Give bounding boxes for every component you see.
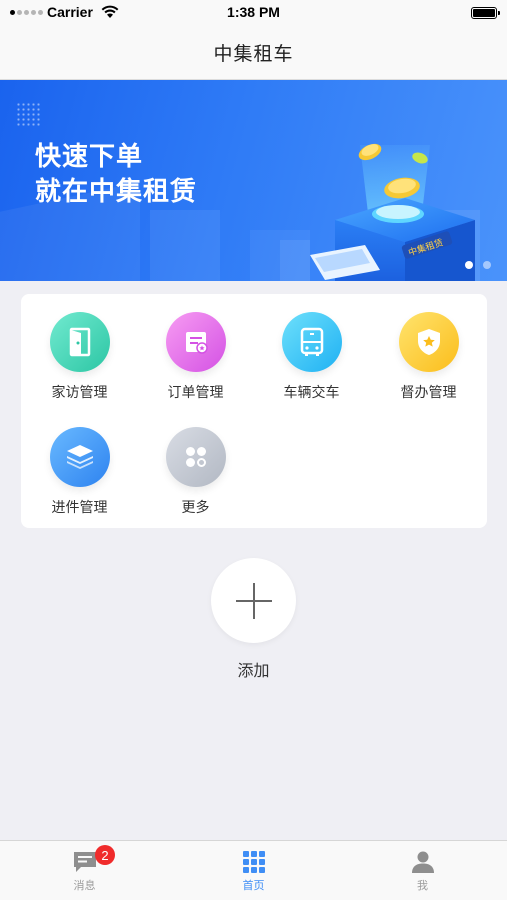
coin-machine-illustration: 中集租赁 <box>280 143 480 281</box>
tab-me[interactable]: 我 <box>338 841 507 900</box>
battery-icon <box>471 7 500 19</box>
promo-banner[interactable]: 快速下单 就在中集租赁 中集租赁 <box>0 80 507 281</box>
banner-headline: 快速下单 就在中集租赁 <box>35 140 197 210</box>
menu-item-more[interactable]: 更多 <box>137 409 254 519</box>
menu-label: 督办管理 <box>400 385 457 401</box>
menu-label: 车辆交车 <box>283 385 340 401</box>
tab-bar: 2 消息 首页 我 <box>0 840 507 900</box>
tab-home[interactable]: 首页 <box>169 841 338 900</box>
documents-icon[interactable] <box>49 427 110 487</box>
menu-label: 更多 <box>181 500 210 516</box>
tab-label: 我 <box>417 879 428 892</box>
navigation-bar: 中集租车 <box>0 26 507 80</box>
menu-label: 家访管理 <box>51 385 108 401</box>
menu-label: 进件管理 <box>51 500 108 516</box>
page-title: 中集租车 <box>213 43 294 65</box>
menu-label: 订单管理 <box>167 385 224 401</box>
pager-dot-active[interactable] <box>465 261 473 269</box>
tab-messages[interactable]: 2 消息 <box>0 841 169 900</box>
add-section: 添加 <box>0 558 507 681</box>
menu-item-supervision[interactable]: 督办管理 <box>370 294 487 404</box>
order-icon[interactable] <box>165 312 226 372</box>
plus-icon <box>235 582 272 619</box>
status-bar: Carrier 1:38 PM <box>0 0 507 26</box>
more-icon[interactable] <box>165 427 226 487</box>
door-icon[interactable] <box>49 312 110 372</box>
banner-line-1: 快速下单 <box>35 142 144 172</box>
message-icon <box>73 852 96 872</box>
banner-pager[interactable] <box>465 261 491 269</box>
menu-item-order[interactable]: 订单管理 <box>137 294 254 404</box>
dot-pattern <box>16 102 42 128</box>
menu-item-vehicle-delivery[interactable]: 车辆交车 <box>253 294 370 404</box>
status-time: 1:38 PM <box>227 4 280 20</box>
shield-star-icon[interactable] <box>398 312 459 372</box>
person-icon <box>411 851 434 873</box>
add-label: 添加 <box>237 661 270 680</box>
function-menu-card: 家访管理 订单管理 车辆交车 督办管理 进件管理 更多 <box>21 294 487 528</box>
bus-icon[interactable] <box>281 312 342 372</box>
menu-item-home-visit[interactable]: 家访管理 <box>21 294 138 404</box>
unread-badge: 2 <box>95 845 115 865</box>
grid-icon <box>242 851 265 873</box>
tab-label: 首页 <box>242 879 265 892</box>
pager-dot[interactable] <box>483 261 491 269</box>
add-button[interactable] <box>211 558 296 643</box>
banner-line-2: 就在中集租赁 <box>35 177 198 207</box>
menu-item-application[interactable]: 进件管理 <box>21 409 138 519</box>
tab-label: 消息 <box>73 879 96 892</box>
